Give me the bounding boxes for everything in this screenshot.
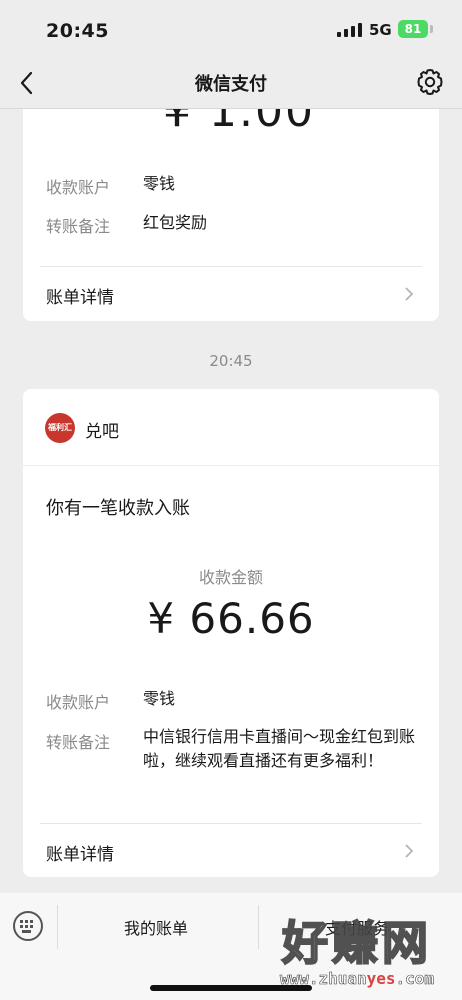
- notice-headline: 你有一笔收款入账: [46, 498, 190, 519]
- nav-bar: 微信支付: [0, 58, 462, 109]
- status-bar: 20:45 5G 81: [0, 0, 462, 58]
- watermark-url-suffix: .com: [395, 969, 435, 989]
- page-title: 微信支付: [195, 74, 267, 95]
- transfer-card: 福利汇 兑吧 你有一笔收款入账 收款金额 ¥ 66.66 收款账户 零钱 转账备…: [23, 389, 439, 877]
- bill-detail-row[interactable]: 账单详情: [23, 267, 439, 321]
- transfer-card-previous: ¥ 1.00 收款账户 零钱 转账备注 红包奖励 账单详情: [23, 90, 439, 321]
- my-bill-tab[interactable]: 我的账单: [124, 915, 188, 939]
- separator: [57, 905, 58, 949]
- remark-value: 中信银行信用卡直播间～现金红包到账啦，继续观看直播还有更多福利！: [143, 727, 416, 770]
- bill-detail-label: 账单详情: [46, 845, 114, 865]
- watermark-logo: 好赚网 www.zhuanyes.com: [262, 905, 452, 995]
- remark-label: 转账备注: [46, 217, 111, 236]
- amount-label: 收款金额: [198, 568, 263, 587]
- gear-icon[interactable]: [414, 66, 446, 98]
- amount-value: ¥ 66.66: [147, 594, 315, 643]
- account-label: 收款账户: [46, 693, 111, 712]
- home-indicator: [150, 985, 312, 991]
- merchant-name[interactable]: 兑吧: [85, 417, 119, 442]
- bill-detail-label: 账单详情: [46, 288, 114, 308]
- signal-icon: [337, 23, 363, 37]
- battery-tip: [430, 25, 433, 33]
- watermark-url-highlight: yes: [366, 969, 396, 988]
- account-value: 零钱: [143, 174, 176, 193]
- remark-label: 转账备注: [46, 733, 111, 752]
- keyboard-icon[interactable]: [13, 911, 43, 941]
- merchant-logo: 福利汇: [45, 413, 75, 443]
- status-time: 20:45: [46, 20, 109, 42]
- chevron-right-icon: [405, 287, 414, 301]
- divider: [23, 465, 439, 466]
- network-type: 5G: [369, 21, 392, 39]
- bill-detail-row[interactable]: 账单详情: [23, 824, 439, 877]
- chevron-right-icon: [405, 844, 414, 858]
- message-timestamp: 20:45: [209, 352, 253, 370]
- account-label: 收款账户: [46, 178, 111, 197]
- watermark-brand: 好赚网: [281, 915, 432, 971]
- battery-icon: 81: [398, 20, 428, 38]
- remark-value: 红包奖励: [143, 213, 208, 232]
- account-value: 零钱: [143, 689, 176, 708]
- separator: [258, 905, 259, 949]
